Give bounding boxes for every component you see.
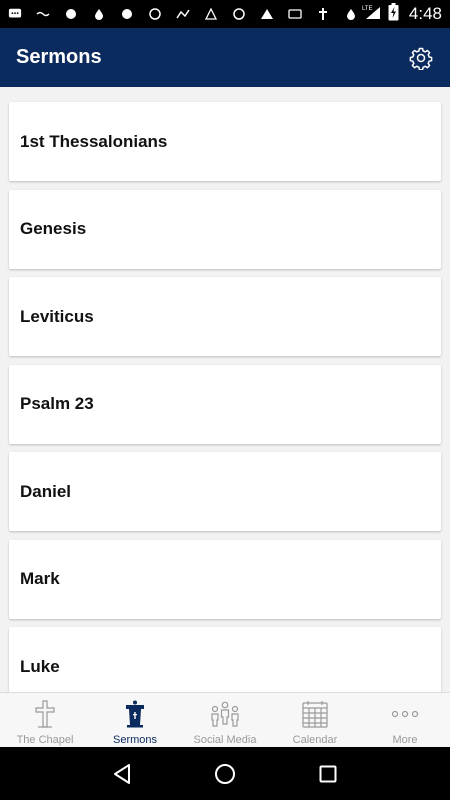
- sermon-card-1st-thessalonians[interactable]: 1st Thessalonians: [9, 102, 441, 181]
- tab-calendar[interactable]: Calendar: [270, 693, 360, 747]
- app-icon: [316, 7, 330, 21]
- tab-sermons[interactable]: Sermons: [90, 693, 180, 747]
- app-icon: [232, 7, 246, 21]
- sermon-title: Genesis: [20, 219, 87, 238]
- tab-social-media[interactable]: Social Media: [180, 693, 270, 747]
- recents-square-icon: [319, 765, 337, 782]
- notification-icons: [8, 7, 362, 21]
- app-icon: [176, 7, 190, 21]
- status-time: 4:48: [408, 4, 442, 23]
- app-bar: Sermons: [0, 28, 450, 87]
- tab-label: Calendar: [292, 734, 338, 746]
- tab-label: Social Media: [193, 734, 257, 746]
- sermon-list: 1st Thessalonians Genesis Leviticus Psal…: [0, 87, 450, 692]
- app-icon: [204, 7, 218, 21]
- app-icon: [64, 7, 78, 21]
- tab-more[interactable]: More: [360, 693, 450, 747]
- back-button[interactable]: [108, 760, 136, 788]
- home-circle-icon: [214, 763, 235, 784]
- sermon-card-mark[interactable]: Mark: [9, 539, 441, 619]
- app-icon: [260, 7, 274, 21]
- sermon-card-genesis[interactable]: Genesis: [9, 189, 441, 269]
- status-bar: LTE 4:48: [0, 0, 450, 28]
- message-icon: [8, 7, 22, 21]
- gear-icon: [409, 47, 433, 70]
- page-title: Sermons: [16, 46, 102, 68]
- sermon-title: Psalm 23: [20, 394, 94, 413]
- tab-label: Sermons: [112, 734, 158, 746]
- sermon-card-luke[interactable]: Luke: [9, 627, 441, 692]
- lte-signal-icon: LTE: [362, 4, 382, 25]
- sermon-title: 1st Thessalonians: [20, 131, 168, 151]
- back-triangle-icon: [113, 763, 130, 784]
- mail-icon: [36, 7, 50, 21]
- settings-button[interactable]: [408, 45, 434, 71]
- sermon-card-psalm-23[interactable]: Psalm 23: [9, 364, 441, 444]
- recents-button[interactable]: [314, 760, 342, 788]
- app-icon: [148, 7, 162, 21]
- tab-label: The Chapel: [16, 734, 74, 746]
- calendar-icon: [300, 699, 330, 729]
- tab-label: More: [392, 734, 418, 746]
- app-icon: [120, 7, 134, 21]
- svg-text:LTE: LTE: [362, 6, 373, 12]
- drop-icon: [92, 7, 106, 21]
- app-icon: [288, 7, 302, 21]
- sermon-card-daniel[interactable]: Daniel: [9, 452, 441, 531]
- sermon-title: Daniel: [20, 481, 72, 501]
- drop-icon: [344, 7, 358, 21]
- home-button[interactable]: [211, 760, 239, 788]
- sermon-card-leviticus[interactable]: Leviticus: [9, 277, 441, 356]
- sermon-title: Leviticus: [20, 306, 94, 326]
- tab-the-chapel[interactable]: The Chapel: [0, 693, 90, 747]
- people-icon: [210, 699, 240, 729]
- cross-icon: [30, 699, 60, 729]
- sermon-title: Luke: [20, 656, 60, 676]
- battery-charging-icon: [388, 2, 399, 26]
- system-nav-bar: [0, 747, 450, 800]
- more-icon: [390, 699, 420, 729]
- pulpit-icon: [120, 699, 150, 729]
- sermon-title: Mark: [20, 569, 60, 588]
- bottom-tab-bar: The Chapel Sermons Social Media Calendar…: [0, 692, 450, 747]
